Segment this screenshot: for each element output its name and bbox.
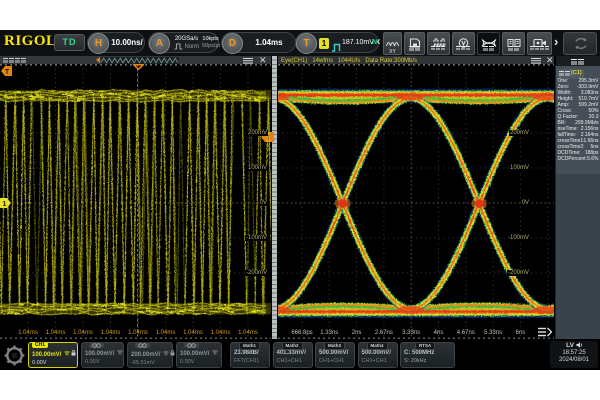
svg-text:1: 1 (3, 201, 7, 208)
svg-text:T: T (5, 69, 10, 76)
